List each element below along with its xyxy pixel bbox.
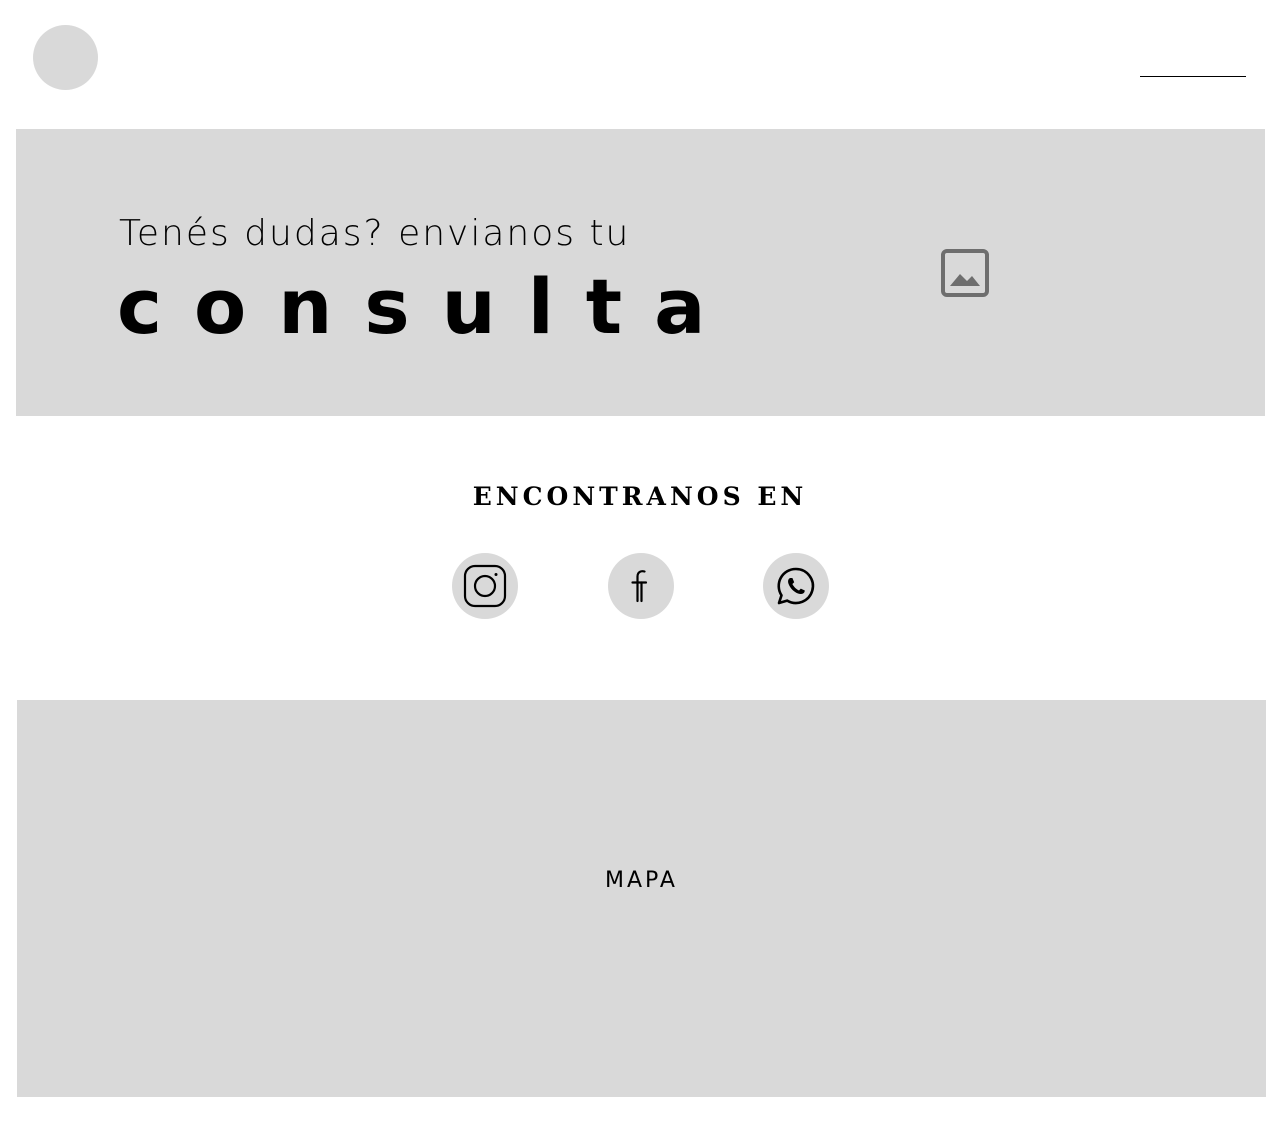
menu-line-icon[interactable] [1140,76,1246,77]
whatsapp-button[interactable] [763,553,829,619]
find-us-title: ENCONTRANOS EN [472,481,808,511]
hero-subtitle: Tenés dudas? envianos tu [119,213,631,254]
instagram-icon [463,564,507,608]
hero-title: consulta [117,262,738,351]
facebook-button[interactable] [608,553,674,619]
image-placeholder-icon [941,249,989,297]
whatsapp-icon [777,567,815,605]
logo[interactable] [33,25,98,90]
map-placeholder[interactable]: MAPA [17,700,1266,1097]
contact-hero-banner: Tenés dudas? envianos tu consulta [16,129,1265,416]
map-label: MAPA [605,868,678,893]
facebook-icon [631,570,648,603]
instagram-button[interactable] [452,553,518,619]
